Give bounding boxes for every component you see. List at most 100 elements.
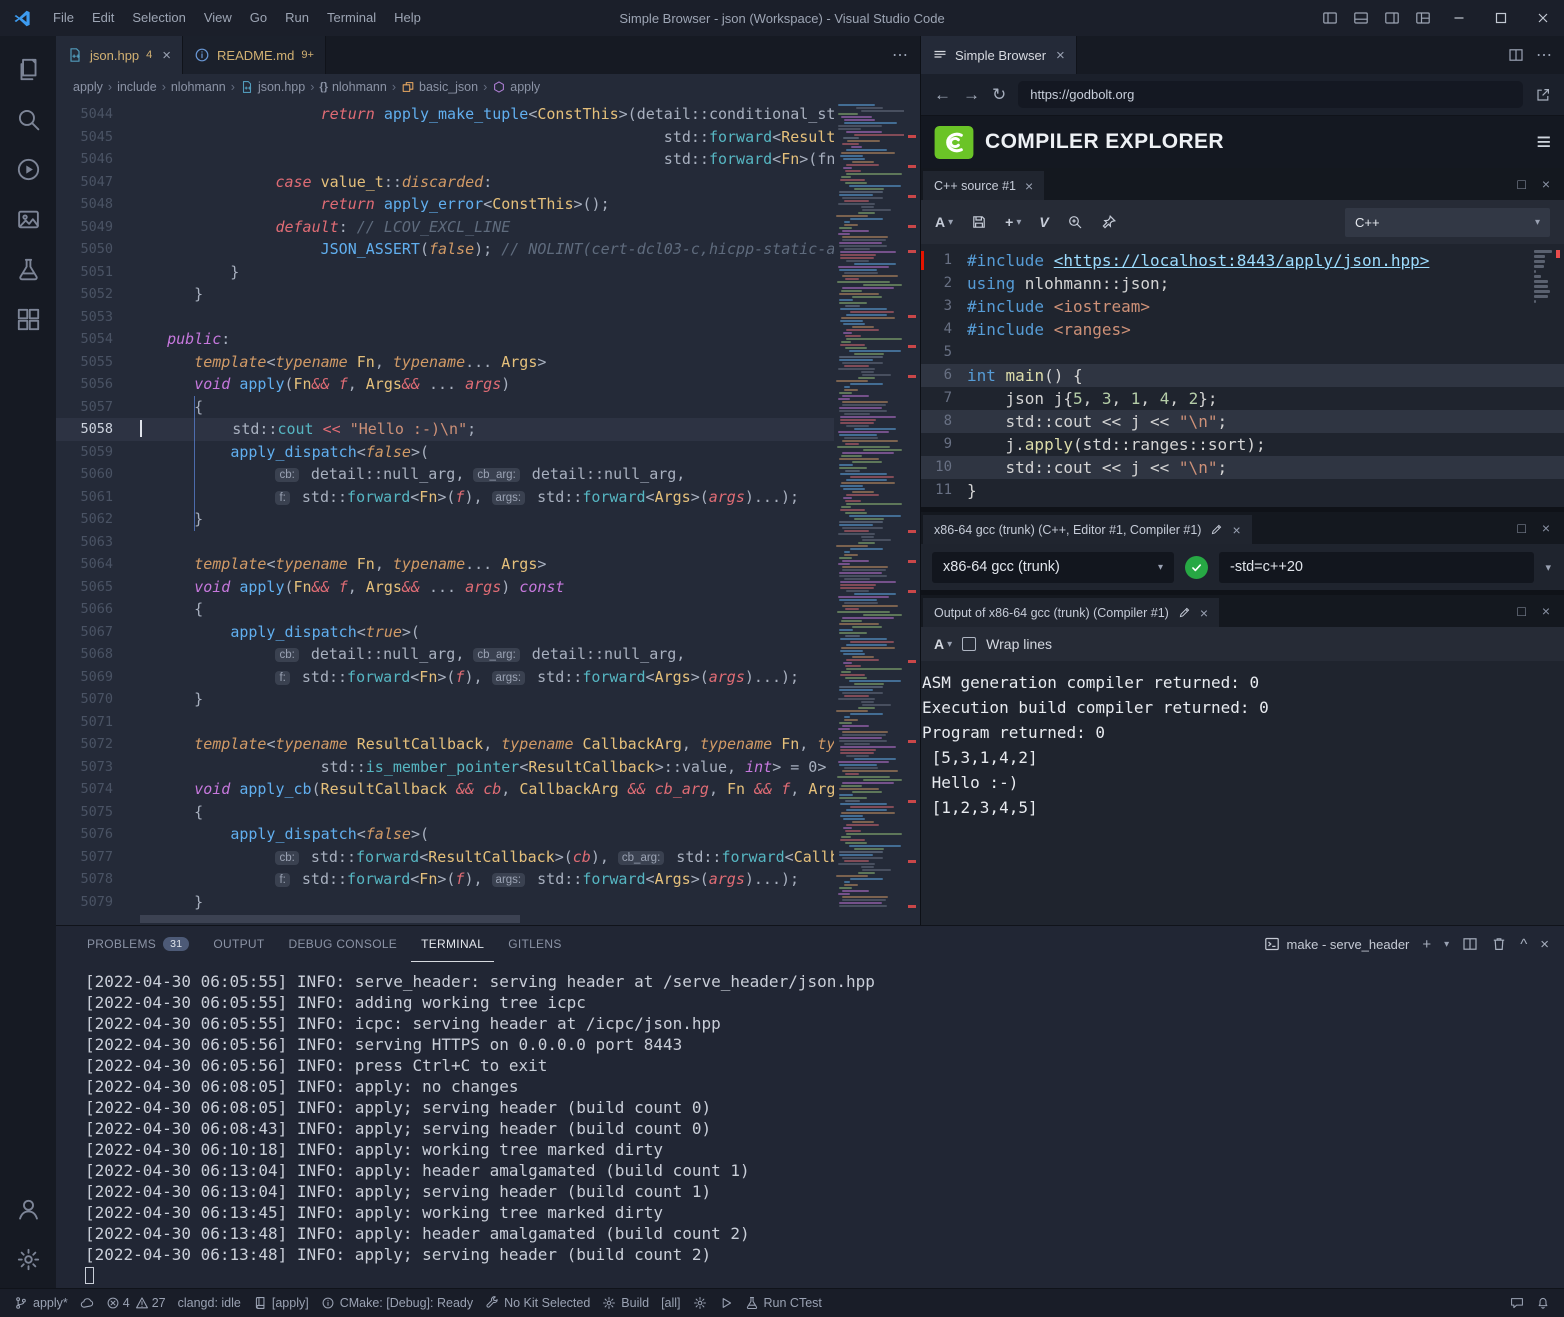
back-button[interactable]: ← bbox=[934, 86, 951, 103]
close-pane-icon[interactable]: × bbox=[1542, 603, 1550, 619]
close-pane-icon[interactable]: × bbox=[1542, 520, 1550, 536]
compiler-pane-tab[interactable]: x86-64 gcc (trunk) (C++, Editor #1, Comp… bbox=[923, 515, 1252, 544]
new-terminal-icon[interactable]: + bbox=[1422, 936, 1431, 953]
panel-tab-debug-console[interactable]: DEBUG CONSOLE bbox=[279, 926, 408, 962]
ce-source-editor[interactable]: 1#include <https://localhost:8443/apply/… bbox=[921, 244, 1564, 507]
save-icon[interactable] bbox=[971, 214, 987, 230]
maximize-pane-icon[interactable]: □ bbox=[1517, 176, 1525, 192]
status-cmake-kit[interactable]: No Kit Selected bbox=[479, 1289, 596, 1317]
source-pane-tab[interactable]: C++ source #1 × bbox=[923, 171, 1044, 200]
breadcrumb-item[interactable]: json.hpp bbox=[240, 80, 305, 94]
activitybar-search[interactable] bbox=[4, 94, 52, 144]
toggle-primary-sidebar-icon[interactable] bbox=[1314, 0, 1345, 36]
activitybar-explorer[interactable] bbox=[4, 44, 52, 94]
code-editor[interactable]: 5044 return apply_make_tuple<ConstThis>(… bbox=[56, 100, 920, 925]
language-select[interactable]: C++ ▾ bbox=[1345, 208, 1550, 237]
font-size-button[interactable]: A▾ bbox=[934, 636, 952, 652]
breadcrumb-item[interactable]: nlohmann bbox=[171, 80, 226, 94]
minimize-button[interactable] bbox=[1438, 0, 1480, 36]
menu-run[interactable]: Run bbox=[276, 0, 318, 36]
breadcrumb-item[interactable]: include bbox=[117, 80, 157, 94]
breadcrumb-item[interactable]: apply bbox=[73, 80, 103, 94]
font-size-button[interactable]: A▾ bbox=[935, 214, 953, 230]
maximize-panel-icon[interactable]: ^ bbox=[1520, 936, 1527, 953]
close-panel-icon[interactable]: × bbox=[1540, 936, 1549, 953]
activitybar-testing[interactable] bbox=[4, 244, 52, 294]
zoom-icon[interactable] bbox=[1067, 214, 1083, 230]
toggle-secondary-sidebar-icon[interactable] bbox=[1376, 0, 1407, 36]
maximize-button[interactable] bbox=[1480, 0, 1522, 36]
status-publish[interactable] bbox=[74, 1289, 100, 1317]
forward-button[interactable]: → bbox=[963, 86, 980, 103]
editor-tab-json.hpp[interactable]: json.hpp4× bbox=[56, 36, 183, 74]
reload-button[interactable]: ↻ bbox=[992, 86, 1006, 103]
panel-tab-gitlens[interactable]: GITLENS bbox=[498, 926, 571, 962]
status-cmake-build[interactable]: Build bbox=[596, 1289, 655, 1317]
close-icon[interactable]: × bbox=[1025, 178, 1033, 194]
activitybar-account[interactable] bbox=[4, 1184, 52, 1234]
panel-tab-output[interactable]: OUTPUT bbox=[203, 926, 274, 962]
open-external-icon[interactable] bbox=[1535, 87, 1551, 103]
terminal-dropdown-icon[interactable]: ▾ bbox=[1444, 939, 1449, 950]
menu-view[interactable]: View bbox=[195, 0, 241, 36]
customize-layout-icon[interactable] bbox=[1407, 0, 1438, 36]
status-launch[interactable] bbox=[713, 1289, 739, 1317]
editor-tab-README.md[interactable]: README.md9+ bbox=[183, 36, 326, 74]
pin-icon[interactable] bbox=[1101, 214, 1117, 230]
rename-pane-icon[interactable] bbox=[1210, 523, 1223, 536]
rename-pane-icon[interactable] bbox=[1178, 606, 1191, 619]
menu-selection[interactable]: Selection bbox=[123, 0, 194, 36]
minimap[interactable] bbox=[834, 100, 904, 925]
compiler-options-input[interactable]: -std=c++20 bbox=[1219, 552, 1534, 583]
status-problems[interactable]: 427 bbox=[100, 1289, 172, 1317]
output-pane-tab[interactable]: Output of x86-64 gcc (trunk) (Compiler #… bbox=[923, 598, 1219, 627]
close-icon[interactable]: × bbox=[1200, 605, 1208, 621]
breadcrumb-item[interactable]: basic_json bbox=[401, 80, 478, 94]
horizontal-scrollbar[interactable] bbox=[140, 915, 520, 923]
activitybar-settings[interactable] bbox=[4, 1234, 52, 1284]
status-notifications[interactable] bbox=[1530, 1296, 1556, 1310]
status-cmake-target[interactable]: [all] bbox=[655, 1289, 686, 1317]
status-feedback[interactable] bbox=[1504, 1296, 1530, 1310]
terminal-output[interactable]: [2022-04-30 06:05:55] INFO: serve_header… bbox=[56, 962, 1564, 1288]
activitybar-debug[interactable] bbox=[4, 144, 52, 194]
close-pane-icon[interactable]: × bbox=[1542, 176, 1550, 192]
split-editor-icon[interactable] bbox=[1508, 47, 1524, 63]
status-clangd[interactable]: clangd: idle bbox=[172, 1289, 247, 1317]
browser-more-actions-icon[interactable]: ⋯ bbox=[1536, 45, 1552, 65]
close-tab-icon[interactable]: × bbox=[162, 47, 171, 64]
close-window-button[interactable] bbox=[1522, 0, 1564, 36]
activitybar-images[interactable] bbox=[4, 194, 52, 244]
split-terminal-icon[interactable] bbox=[1462, 936, 1478, 952]
menu-go[interactable]: Go bbox=[241, 0, 276, 36]
activitybar-extensions[interactable] bbox=[4, 294, 52, 344]
simple-browser-tab[interactable]: Simple Browser × bbox=[921, 36, 1077, 74]
url-input[interactable]: https://godbolt.org bbox=[1018, 81, 1523, 108]
status-ctest[interactable]: Run CTest bbox=[739, 1289, 828, 1317]
menu-edit[interactable]: Edit bbox=[83, 0, 123, 36]
wrap-lines-checkbox[interactable] bbox=[962, 637, 976, 651]
breadcrumb-item[interactable]: {}nlohmann bbox=[319, 80, 386, 94]
status-cmake-status[interactable]: CMake: [Debug]: Ready bbox=[315, 1289, 479, 1317]
status-debug-target[interactable] bbox=[687, 1289, 713, 1317]
status-repo[interactable]: [apply] bbox=[247, 1289, 315, 1317]
panel-tab-problems[interactable]: PROBLEMS31 bbox=[77, 926, 199, 962]
menu-file[interactable]: File bbox=[44, 0, 83, 36]
hamburger-menu-icon[interactable]: ≡ bbox=[1536, 130, 1551, 155]
add-pane-button[interactable]: +▾ bbox=[1005, 214, 1021, 230]
breadcrumb-item[interactable]: apply bbox=[492, 80, 540, 94]
terminal-select[interactable]: make - serve_header bbox=[1264, 936, 1410, 952]
close-icon[interactable]: × bbox=[1232, 522, 1240, 538]
menu-terminal[interactable]: Terminal bbox=[318, 0, 385, 36]
maximize-pane-icon[interactable]: □ bbox=[1517, 603, 1525, 619]
maximize-pane-icon[interactable]: □ bbox=[1517, 520, 1525, 536]
compiler-select[interactable]: x86-64 gcc (trunk) ▾ bbox=[932, 552, 1174, 583]
status-branch[interactable]: apply* bbox=[8, 1289, 74, 1317]
kill-terminal-icon[interactable] bbox=[1491, 936, 1507, 952]
toggle-panel-icon[interactable] bbox=[1345, 0, 1376, 36]
options-dropdown-icon[interactable]: ▾ bbox=[1545, 561, 1553, 574]
vim-mode-button[interactable]: V bbox=[1039, 214, 1048, 230]
menu-help[interactable]: Help bbox=[385, 0, 430, 36]
editor-more-actions-icon[interactable]: ⋯ bbox=[892, 45, 908, 65]
close-tab-icon[interactable]: × bbox=[1056, 47, 1065, 64]
